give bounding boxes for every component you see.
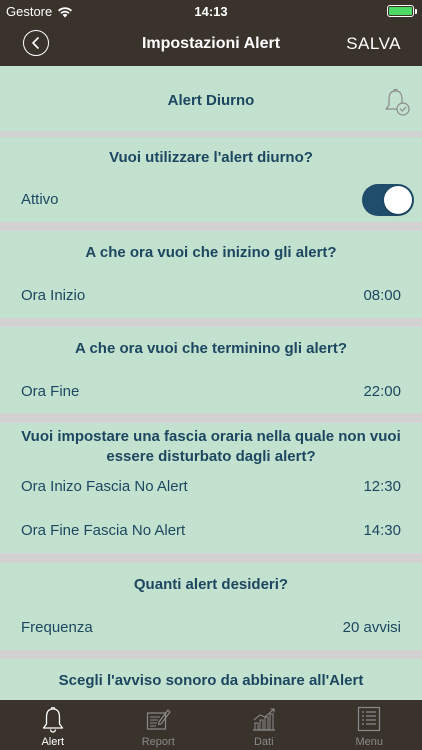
status-bar: Gestore 14:13 xyxy=(0,0,422,22)
sound-question: Scegli l'avviso sonoro da abbinare all'A… xyxy=(58,672,364,689)
no-alert-question: Vuoi impostare una fascia oraria nella q… xyxy=(21,428,401,465)
start-time-label: Ora Inizio xyxy=(21,287,86,304)
end-time-row[interactable]: Ora Fine 22:00 xyxy=(0,381,422,403)
frequency-row[interactable]: Frequenza 20 avvisi xyxy=(0,617,422,639)
no-alert-end-row[interactable]: Ora Fine Fascia No Alert 14:30 xyxy=(0,520,422,542)
tab-report-label: Report xyxy=(141,736,175,748)
section-sound: Scegli l'avviso sonoro da abbinare all'A… xyxy=(0,659,422,700)
tab-alert[interactable]: Alert xyxy=(0,700,106,750)
save-button[interactable]: SALVA xyxy=(346,34,401,54)
section-title: Alert Diurno xyxy=(167,92,255,109)
day-alert-toggle[interactable] xyxy=(362,184,414,216)
no-alert-start-label: Ora Inizo Fascia No Alert xyxy=(21,478,188,495)
no-alert-start-row[interactable]: Ora Inizo Fascia No Alert 12:30 xyxy=(0,476,422,498)
menu-icon xyxy=(358,706,381,732)
day-alert-row: Attivo xyxy=(0,189,422,211)
section-start-time: A che ora vuoi che inizino gli alert? Or… xyxy=(0,231,422,318)
battery-icon xyxy=(387,5,417,17)
tab-bar: Alert Report Dati Menu xyxy=(0,700,422,750)
tab-report[interactable]: Report xyxy=(106,700,212,750)
section-day-alert: Vuoi utilizzare l'alert diurno? Attivo xyxy=(0,137,422,222)
tab-dati-label: Dati xyxy=(253,736,274,748)
no-alert-start-value: 12:30 xyxy=(363,478,401,495)
frequency-label: Frequenza xyxy=(21,619,93,636)
section-header-alert-diurno: Alert Diurno xyxy=(0,66,422,131)
tab-menu-label: Menu xyxy=(355,736,384,748)
bell-check-icon xyxy=(385,89,410,116)
section-frequency: Quanti alert desideri? Frequenza 20 avvi… xyxy=(0,563,422,650)
tab-menu[interactable]: Menu xyxy=(317,700,422,750)
end-time-question: A che ora vuoi che terminino gli alert? xyxy=(75,340,347,357)
day-alert-label: Attivo xyxy=(21,191,59,208)
start-time-value: 08:00 xyxy=(363,287,401,304)
frequency-question: Quanti alert desideri? xyxy=(133,576,289,593)
tab-alert-label: Alert xyxy=(41,736,65,748)
end-time-label: Ora Fine xyxy=(21,383,80,400)
frequency-value: 20 avvisi xyxy=(342,619,401,636)
section-no-alert-band: Vuoi impostare una fascia oraria nella q… xyxy=(0,423,422,553)
start-time-question: A che ora vuoi che inizino gli alert? xyxy=(85,244,337,261)
day-alert-question: Vuoi utilizzare l'alert diurno? xyxy=(109,149,313,166)
start-time-row[interactable]: Ora Inizio 08:00 xyxy=(0,285,422,307)
bell-icon xyxy=(42,707,63,733)
settings-list[interactable]: Alert Diurno Vuoi utilizzare l'alert diu… xyxy=(0,66,422,700)
section-end-time: A che ora vuoi che terminino gli alert? … xyxy=(0,327,422,413)
tab-dati[interactable]: Dati xyxy=(211,700,317,750)
no-alert-end-value: 14:30 xyxy=(363,522,401,539)
report-icon xyxy=(147,709,171,730)
status-time: 14:13 xyxy=(194,4,228,19)
toggle-knob xyxy=(384,186,412,214)
no-alert-end-label: Ora Fine Fascia No Alert xyxy=(21,522,186,539)
chart-icon xyxy=(252,708,275,731)
end-time-value: 22:00 xyxy=(363,383,401,400)
navigation-bar: Impostazioni Alert SALVA xyxy=(0,22,422,66)
